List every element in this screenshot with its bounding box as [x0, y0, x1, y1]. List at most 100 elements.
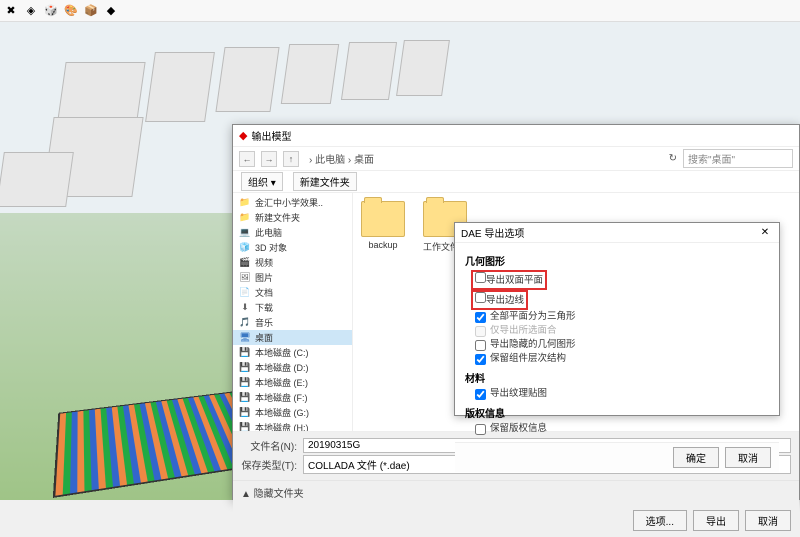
ok-button[interactable]: 确定 [673, 447, 719, 468]
app-icon: ◆ [239, 129, 247, 142]
folder-icon: 💾 [239, 392, 251, 404]
export-button[interactable]: 导出 [693, 510, 739, 531]
option-label: 导出边线 [486, 295, 524, 306]
folder-icon: 💾 [239, 407, 251, 419]
tree-item[interactable]: 💻 此电脑 [233, 225, 352, 240]
tree-item-label: 新建文件夹 [255, 211, 300, 224]
nav-back-button[interactable]: ← [239, 151, 255, 167]
tree-item-label: 音乐 [255, 316, 273, 329]
tree-item[interactable]: 💾本地磁盘 (D:) [233, 360, 352, 375]
folder-icon: ⬇ [239, 302, 251, 314]
option-label: 保留版权信息 [490, 422, 547, 436]
checkbox[interactable] [475, 354, 486, 365]
folder-icon: 🖥 [239, 332, 251, 344]
organize-menu[interactable]: 组织 ▾ [241, 172, 283, 191]
checkbox[interactable] [475, 340, 486, 351]
tree-item[interactable]: ⬇ 下载 [233, 300, 352, 315]
tree-item[interactable]: 🖥桌面 [233, 330, 352, 345]
option-checkbox-row[interactable]: 导出纹理贴图 [465, 387, 769, 401]
dialog-toolbar: 组织 ▾ 新建文件夹 [233, 171, 799, 193]
checkbox [475, 326, 486, 337]
option-checkbox-row[interactable]: 导出边线 [465, 290, 769, 310]
tool-icon[interactable]: 🎨 [64, 4, 78, 18]
options-cancel-button[interactable]: 取消 [725, 447, 771, 468]
tree-item[interactable]: 📄文档 [233, 285, 352, 300]
options-title: DAE 导出选项 [461, 225, 524, 240]
option-label: 仅导出所选面合 [490, 324, 557, 338]
dialog-title: 输出模型 [251, 128, 291, 143]
tree-item[interactable]: 💾本地磁盘 (H:) [233, 420, 352, 431]
option-checkbox-row[interactable]: 导出隐藏的几何图形 [465, 338, 769, 352]
folder-icon: 🎬 [239, 257, 251, 269]
options-button[interactable]: 选项... [633, 510, 687, 531]
folder-icon: 📁 [239, 212, 251, 224]
tree-item[interactable]: 🎵 音乐 [233, 315, 352, 330]
tree-item[interactable]: 📁 新建文件夹 [233, 210, 352, 225]
tree-item-label: 下载 [255, 301, 273, 314]
folder-tree[interactable]: 📁金汇中小学效果..📁新建文件夹💻此电脑🧊3D 对象🎬视频🖼图片📄文档⬇下载🎵音… [233, 193, 353, 431]
cancel-button[interactable]: 取消 [745, 510, 791, 531]
breadcrumb-path[interactable]: › 此电脑 › 桌面 [305, 150, 663, 167]
tree-item-label: 本地磁盘 (G:) [255, 406, 309, 419]
close-icon[interactable]: ✕ [757, 227, 773, 238]
filetype-label: 保存类型(T): [241, 457, 297, 472]
folder-icon: 💾 [239, 377, 251, 389]
option-label: 导出纹理贴图 [490, 387, 547, 401]
refresh-icon[interactable]: ↻ [669, 153, 677, 164]
tool-icon[interactable]: ◈ [24, 4, 38, 18]
tool-icon[interactable]: 📦 [84, 4, 98, 18]
tree-item[interactable]: 💾 本地磁盘 (G:) [233, 405, 352, 420]
option-checkbox-row[interactable]: 保留组件层次结构 [465, 352, 769, 366]
option-label: 导出隐藏的几何图形 [490, 338, 576, 352]
dae-options-dialog: DAE 导出选项 ✕ 几何图形 导出双面平面导出边线全部平面分为三角形仅导出所选… [454, 222, 780, 416]
tree-item[interactable]: 📁金汇中小学效果.. [233, 195, 352, 210]
checkbox[interactable] [475, 272, 486, 283]
tool-icon[interactable]: ✖ [4, 4, 18, 18]
folder-icon: 📁 [239, 197, 251, 209]
folder-icon: 🖼 [239, 272, 251, 284]
folder-icon: 💻 [239, 227, 251, 239]
folder-icon [361, 201, 405, 237]
tree-item[interactable]: 💾 本地磁盘 (F:) [233, 390, 352, 405]
checkbox[interactable] [475, 424, 486, 435]
plugin-toolbar: ✖ ◈ 🎲 🎨 📦 ◆ [0, 0, 800, 22]
tree-item[interactable]: 💾本地磁盘 (E:) [233, 375, 352, 390]
folder-icon: 💾 [239, 347, 251, 359]
hide-folders-toggle[interactable]: ▲ 隐藏文件夹 [233, 480, 799, 504]
options-button-row: 确定 取消 [455, 442, 779, 472]
tree-item-label: 本地磁盘 (F:) [255, 391, 308, 404]
group-geometry: 几何图形 [465, 253, 769, 268]
group-credit: 版权信息 [465, 405, 769, 420]
tree-item[interactable]: 💾本地磁盘 (C:) [233, 345, 352, 360]
file-item[interactable]: backup [361, 201, 405, 250]
tree-item-label: 此电脑 [255, 226, 282, 239]
tree-item[interactable]: 🧊3D 对象 [233, 240, 352, 255]
tree-item-label: 文档 [255, 286, 273, 299]
options-titlebar: DAE 导出选项 ✕ [455, 223, 779, 243]
option-checkbox-row[interactable]: 保留版权信息 [465, 422, 769, 436]
tree-item[interactable]: 🖼图片 [233, 270, 352, 285]
new-folder-button[interactable]: 新建文件夹 [293, 172, 357, 191]
checkbox[interactable] [475, 389, 486, 400]
folder-icon: 🎵 [239, 317, 251, 329]
option-checkbox-row[interactable]: 导出双面平面 [465, 270, 769, 290]
checkbox[interactable] [475, 312, 486, 323]
folder-icon: 💾 [239, 422, 251, 432]
dialog-titlebar: ◆ 输出模型 [233, 125, 799, 147]
folder-icon: 🧊 [239, 242, 251, 254]
option-label: 保留组件层次结构 [490, 352, 566, 366]
tree-item-label: 视频 [255, 256, 273, 269]
nav-up-button[interactable]: ↑ [283, 151, 299, 167]
search-input[interactable]: 搜索"桌面" [683, 149, 793, 168]
nav-fwd-button[interactable]: → [261, 151, 277, 167]
filename-label: 文件名(N): [241, 438, 297, 453]
checkbox[interactable] [475, 292, 486, 303]
tree-item[interactable]: 🎬 视频 [233, 255, 352, 270]
tool-icon[interactable]: ◆ [104, 4, 118, 18]
navigation-row: ← → ↑ › 此电脑 › 桌面 ↻ 搜索"桌面" [233, 147, 799, 171]
tool-icon[interactable]: 🎲 [44, 4, 58, 18]
group-material: 材料 [465, 370, 769, 385]
file-name: backup [361, 240, 405, 250]
option-checkbox-row[interactable]: 全部平面分为三角形 [465, 310, 769, 324]
dialog-button-row: 选项... 导出 取消 [233, 504, 799, 537]
